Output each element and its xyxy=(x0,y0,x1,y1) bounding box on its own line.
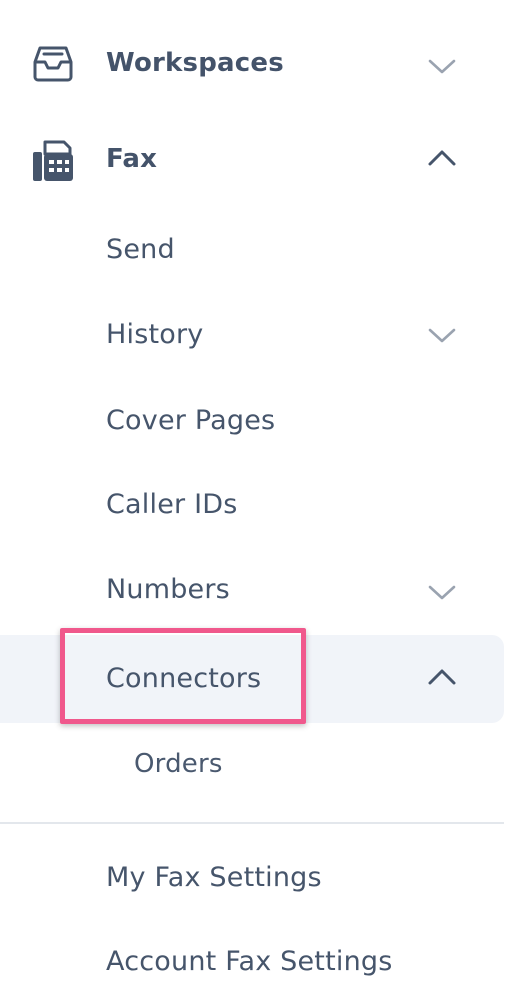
nav-item-history-label: History xyxy=(106,319,204,350)
nav-item-caller-ids[interactable]: Caller IDs xyxy=(0,477,504,533)
nav-item-fax[interactable]: Fax xyxy=(0,130,504,190)
nav-item-workspaces-label: Workspaces xyxy=(106,48,284,78)
chevron-down-icon xyxy=(428,328,456,343)
nav-item-orders[interactable]: Orders xyxy=(0,737,504,793)
nav-item-workspaces[interactable]: Workspaces xyxy=(0,34,504,94)
sidebar-nav: Workspaces Fax Send History Cover Pages … xyxy=(0,0,520,990)
nav-item-account-fax-settings[interactable]: Account Fax Settings xyxy=(0,934,504,990)
nav-item-cover-pages[interactable]: Cover Pages xyxy=(0,393,504,449)
nav-item-history[interactable]: History xyxy=(0,307,504,363)
nav-item-send-label: Send xyxy=(106,234,175,265)
nav-item-cover-pages-label: Cover Pages xyxy=(106,405,276,436)
chevron-down-icon xyxy=(428,59,456,74)
nav-item-numbers[interactable]: Numbers xyxy=(0,562,504,618)
nav-item-connectors-label: Connectors xyxy=(106,663,262,694)
chevron-up-icon xyxy=(428,150,456,166)
chevron-up-icon xyxy=(428,669,456,685)
chevron-down-icon xyxy=(428,585,456,600)
nav-item-send[interactable]: Send xyxy=(0,222,504,278)
nav-item-caller-ids-label: Caller IDs xyxy=(106,489,238,520)
inbox-tray-icon xyxy=(33,46,73,82)
nav-item-numbers-label: Numbers xyxy=(106,574,230,605)
fax-machine-icon xyxy=(33,140,73,181)
nav-item-fax-label: Fax xyxy=(106,144,158,174)
nav-item-my-fax-settings-label: My Fax Settings xyxy=(106,862,322,893)
nav-item-account-fax-settings-label: Account Fax Settings xyxy=(106,946,393,977)
section-divider xyxy=(0,822,504,824)
nav-item-my-fax-settings[interactable]: My Fax Settings xyxy=(0,850,504,906)
nav-item-orders-label: Orders xyxy=(134,749,223,779)
nav-item-connectors[interactable]: Connectors xyxy=(0,635,504,723)
